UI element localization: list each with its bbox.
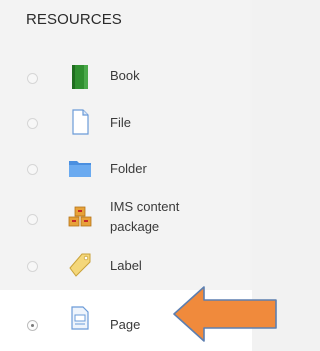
page-label: Page [110, 317, 141, 332]
book-icon [72, 65, 88, 89]
page-radio[interactable] [27, 320, 38, 331]
pointer-arrow-icon [173, 286, 277, 342]
resource-option-label[interactable]: Label [0, 244, 252, 288]
page-icon [71, 306, 89, 330]
resource-option-folder[interactable]: Folder [0, 148, 252, 192]
resource-option-ims-content-package[interactable]: IMS content package [0, 194, 252, 242]
label-label: Label [110, 258, 142, 273]
file-label: File [110, 115, 131, 130]
ims-content-package-label-line1: IMS content [110, 199, 180, 214]
folder-label: Folder [110, 161, 147, 176]
resources-heading: RESOURCES [26, 11, 122, 28]
package-icon [68, 206, 92, 227]
ims-content-package-label-line2: package [110, 219, 160, 234]
folder-icon [69, 161, 91, 177]
file-icon [72, 109, 89, 135]
ims-content-package-radio[interactable] [27, 214, 38, 225]
book-label: Book [110, 68, 140, 83]
resource-option-book[interactable]: Book [0, 58, 252, 98]
file-radio[interactable] [27, 118, 38, 129]
label-radio[interactable] [27, 261, 38, 272]
resource-option-file[interactable]: File [0, 102, 252, 146]
tag-icon [69, 253, 91, 277]
folder-radio[interactable] [27, 164, 38, 175]
book-radio[interactable] [27, 73, 38, 84]
